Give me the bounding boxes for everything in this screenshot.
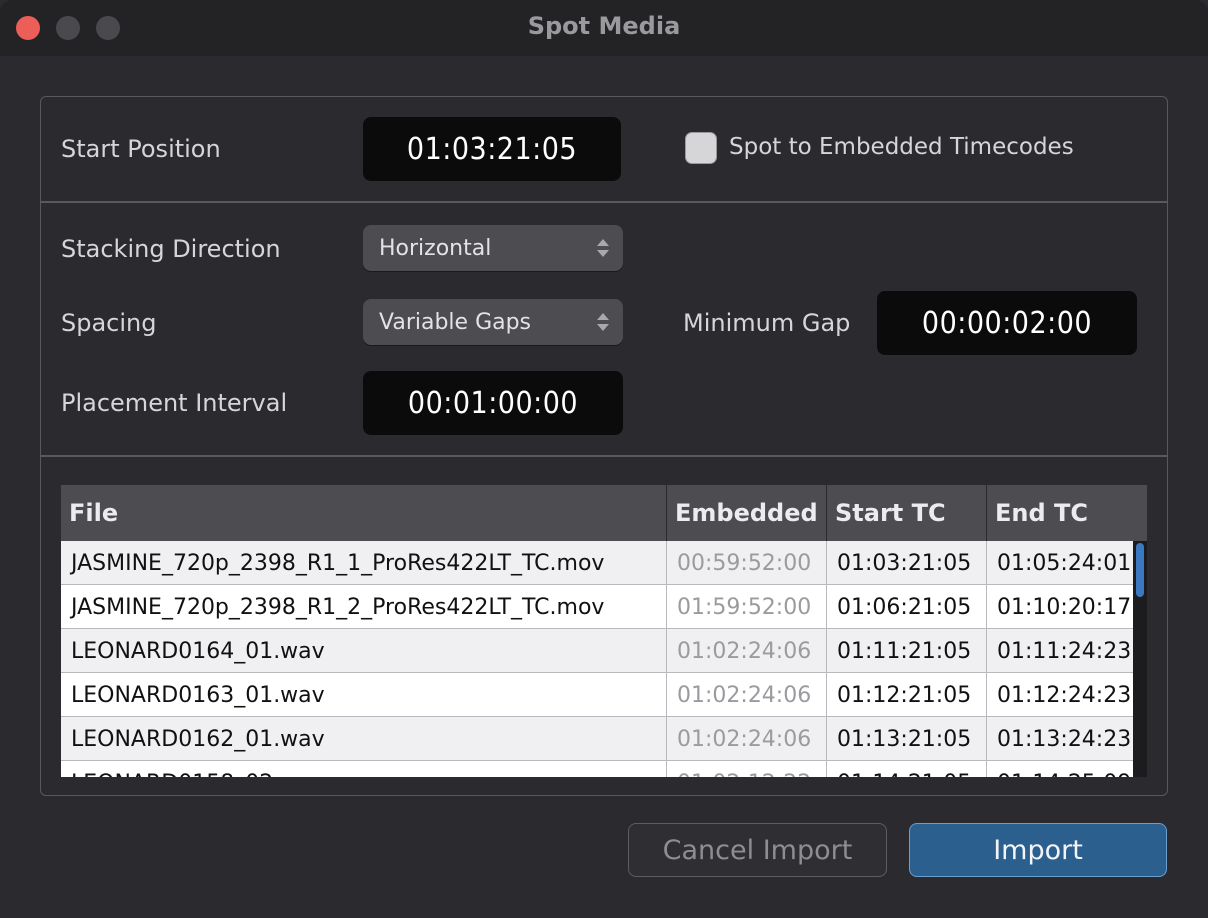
table-row[interactable]: JASMINE_720p_2398_R1_1_ProRes422LT_TC.mo… [61, 541, 1133, 585]
import-button[interactable]: Import [909, 823, 1167, 877]
stacking-direction-label: Stacking Direction [61, 235, 281, 263]
minimum-gap-label: Minimum Gap [683, 309, 851, 337]
table-row[interactable]: LEONARD0164_01.wav 01:02:24:06 01:11:21:… [61, 629, 1133, 673]
embedded-cell: 01:59:52:00 [667, 585, 827, 629]
column-header-start-tc[interactable]: Start TC [827, 485, 987, 541]
end-tc-cell: 01:12:24:23 [997, 682, 1132, 708]
end-tc-cell: 01:14:25:09 [987, 761, 1133, 778]
placement-interval-field[interactable]: 00:01:00:00 [363, 371, 623, 435]
file-cell: LEONARD0164_01.wav [61, 629, 667, 673]
column-header-end-tc[interactable]: End TC [987, 485, 1147, 541]
minimum-gap-field[interactable]: 00:00:02:00 [877, 291, 1137, 355]
table-row[interactable]: LEONARD0163_01.wav 01:02:24:06 01:12:21:… [61, 673, 1133, 717]
embedded-cell: 01:02:24:06 [667, 717, 827, 761]
table-row[interactable]: LEONARD0162_01.wav 01:02:24:06 01:13:21:… [61, 717, 1133, 761]
file-cell: LEONARD0163_01.wav [61, 673, 667, 717]
title-bar[interactable]: Spot Media [0, 0, 1208, 56]
spacing-label: Spacing [61, 309, 157, 337]
section-divider [41, 201, 1167, 203]
table-scrollbar[interactable] [1133, 541, 1147, 777]
media-table: File Embedded Start TC End TC JASMINE_72… [61, 485, 1147, 777]
embedded-cell: 01:02:24:06 [667, 629, 827, 673]
end-tc-cell: 01:10:20:17 [997, 594, 1132, 620]
cancel-import-button[interactable]: Cancel Import [628, 823, 887, 877]
scrollbar-thumb[interactable] [1136, 543, 1144, 597]
stepper-arrows-icon [597, 313, 609, 331]
start-tc-cell: 01:06:21:05 [827, 585, 987, 629]
file-cell: LEONARD0158_02.wav [61, 761, 667, 777]
file-cell: LEONARD0162_01.wav [61, 717, 667, 761]
settings-panel: Start Position 01:03:21:05 Spot to Embed… [40, 96, 1168, 796]
spot-embedded-checkbox[interactable] [685, 132, 717, 164]
window-title: Spot Media [527, 12, 681, 40]
column-header-embedded[interactable]: Embedded [667, 485, 827, 541]
stepper-arrows-icon [597, 239, 609, 257]
file-cell: JASMINE_720p_2398_R1_1_ProRes422LT_TC.mo… [61, 541, 667, 585]
table-header: File Embedded Start TC End TC [61, 485, 1147, 541]
end-tc-cell: 01:05:24:01 [997, 550, 1132, 576]
start-tc-cell: 01:13:21:05 [827, 717, 987, 761]
table-body: JASMINE_720p_2398_R1_1_ProRes422LT_TC.mo… [61, 541, 1133, 777]
start-tc-cell: 01:03:21:05 [827, 541, 987, 585]
table-row[interactable]: LEONARD0158_02.wav 01:02:12:22 01:14:21:… [61, 761, 1133, 777]
embedded-cell: 00:59:52:00 [667, 541, 827, 585]
embedded-cell: 01:02:24:06 [667, 673, 827, 717]
start-tc-cell: 01:12:21:05 [827, 673, 987, 717]
placement-interval-label: Placement Interval [61, 389, 288, 417]
end-tc-cell: 01:11:24:23 [997, 638, 1132, 664]
table-row[interactable]: JASMINE_720p_2398_R1_2_ProRes422LT_TC.mo… [61, 585, 1133, 629]
spot-embedded-label: Spot to Embedded Timecodes [729, 134, 1074, 160]
spacing-value: Variable Gaps [379, 309, 532, 335]
file-cell: JASMINE_720p_2398_R1_2_ProRes422LT_TC.mo… [61, 585, 667, 629]
stacking-direction-value: Horizontal [379, 235, 492, 261]
spacing-select[interactable]: Variable Gaps [363, 299, 623, 345]
start-position-label: Start Position [61, 135, 221, 163]
column-header-file[interactable]: File [61, 485, 667, 541]
end-tc-cell: 01:13:24:23 [997, 726, 1132, 752]
spot-media-window: Spot Media Start Position 01:03:21:05 Sp… [0, 0, 1208, 918]
start-tc-cell: 01:14:21:05 [827, 761, 987, 777]
section-divider [41, 455, 1167, 457]
stacking-direction-select[interactable]: Horizontal [363, 225, 623, 271]
start-tc-cell: 01:11:21:05 [827, 629, 987, 673]
embedded-cell: 01:02:12:22 [667, 761, 827, 777]
start-position-field[interactable]: 01:03:21:05 [363, 117, 621, 181]
